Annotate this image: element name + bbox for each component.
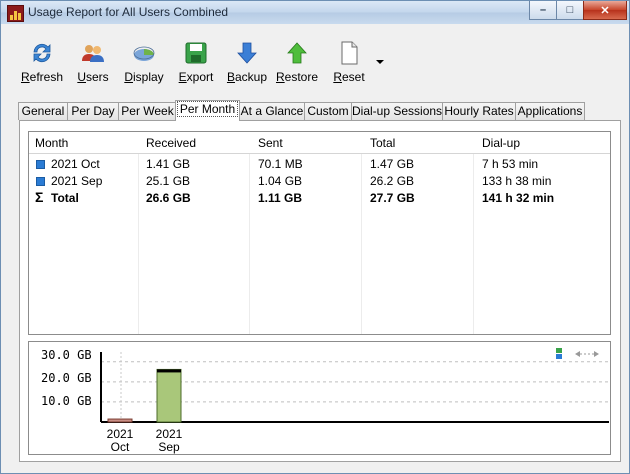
tab-dial-up-sessions[interactable]: Dial-up Sessions <box>351 102 443 120</box>
tab-applications[interactable]: Applications <box>515 102 585 120</box>
maximize-icon: □ <box>566 4 574 16</box>
cell-dial-up: 141 h 32 min <box>482 191 555 205</box>
export-label: Export <box>178 70 214 84</box>
close-button[interactable]: ✕ <box>583 1 627 20</box>
display-icon <box>132 41 156 65</box>
minimize-button[interactable]: – <box>529 1 557 20</box>
close-icon: ✕ <box>600 4 610 17</box>
title-bar[interactable]: Usage Report for All Users Combined – □ … <box>1 1 629 24</box>
toolbar: Refresh Users Display Export Backup Rest… <box>15 39 615 89</box>
maximize-button[interactable]: □ <box>556 1 584 20</box>
cell-received: 26.6 GB <box>146 191 191 205</box>
document-icon <box>337 41 361 65</box>
usage-table[interactable]: Month Received Sent Total Dial-up 2021 O… <box>28 131 611 335</box>
cell-dial-up: 133 h 38 min <box>482 174 552 188</box>
row-color-icon <box>36 160 45 169</box>
tab-general[interactable]: General <box>18 102 68 120</box>
minimize-icon: – <box>539 4 547 16</box>
app-chart-icon <box>7 5 24 22</box>
users-icon <box>81 41 105 65</box>
column-header-received[interactable]: Received <box>146 136 196 150</box>
usage-chart: 30.0 GB 20.0 GB 10.0 GB 2021 Oct 2021 Se… <box>28 341 611 455</box>
cell-total: 1.47 GB <box>370 157 415 171</box>
table-row[interactable]: 2021 Sep 25.1 GB 1.04 GB 26.2 GB 133 h 3… <box>29 172 610 189</box>
row-color-icon <box>36 177 45 186</box>
cell-month: 2021 Oct <box>51 157 100 171</box>
tab-hourly-rates[interactable]: Hourly Rates <box>442 102 516 120</box>
bar-2021-sep-cap <box>157 369 181 373</box>
arrow-up-icon <box>285 41 309 65</box>
refresh-icon <box>30 41 54 65</box>
tab-bar: General Per Day Per Week Per Month At a … <box>18 100 618 121</box>
reset-button[interactable]: Reset <box>331 39 367 87</box>
display-label: Display <box>124 70 164 84</box>
cell-total: 27.7 GB <box>370 191 415 205</box>
reset-dropdown-button[interactable] <box>373 55 387 69</box>
restore-label: Restore <box>275 70 319 84</box>
restore-button[interactable]: Restore <box>275 39 319 87</box>
x-tick-label-oct: 2021 Oct <box>106 427 134 454</box>
refresh-label: Refresh <box>20 70 64 84</box>
column-header-dial-up[interactable]: Dial-up <box>482 136 520 150</box>
table-row[interactable]: 2021 Oct 1.41 GB 70.1 MB 1.47 GB 7 h 53 … <box>29 155 610 172</box>
x-tick-label-sep: 2021 Sep <box>155 427 183 454</box>
cell-month: 2021 Sep <box>51 174 103 188</box>
tab-per-week[interactable]: Per Week <box>118 102 177 120</box>
table-total-row[interactable]: Σ Total 26.6 GB 1.11 GB 27.7 GB 141 h 32… <box>29 189 610 206</box>
column-header-month[interactable]: Month <box>35 136 68 150</box>
users-label: Users <box>77 70 109 84</box>
per-month-panel: Month Received Sent Total Dial-up 2021 O… <box>19 120 621 462</box>
save-disk-icon <box>184 41 208 65</box>
tab-per-day[interactable]: Per Day <box>67 102 119 120</box>
cell-month: Total <box>51 191 79 205</box>
display-button[interactable]: Display <box>121 39 167 87</box>
cell-sent: 1.11 GB <box>258 191 303 205</box>
column-header-sent[interactable]: Sent <box>258 136 283 150</box>
arrow-down-icon <box>235 41 259 65</box>
tab-per-month[interactable]: Per Month <box>175 100 240 121</box>
chevron-down-icon <box>376 60 384 64</box>
table-header: Month Received Sent Total Dial-up <box>29 132 610 154</box>
backup-button[interactable]: Backup <box>225 39 269 87</box>
reset-label: Reset <box>333 70 365 84</box>
refresh-button[interactable]: Refresh <box>17 39 67 87</box>
cell-sent: 70.1 MB <box>258 157 303 171</box>
chart-nav-icon <box>556 348 599 359</box>
app-window: Usage Report for All Users Combined – □ … <box>0 0 630 474</box>
tab-at-a-glance[interactable]: At a Glance <box>239 102 305 120</box>
export-button[interactable]: Export <box>173 39 219 87</box>
cell-total: 26.2 GB <box>370 174 415 188</box>
users-button[interactable]: Users <box>73 39 113 87</box>
bar-2021-sep <box>156 368 182 423</box>
cell-dial-up: 7 h 53 min <box>482 157 539 171</box>
tab-custom[interactable]: Custom <box>304 102 352 120</box>
column-header-total[interactable]: Total <box>370 136 395 150</box>
bar-2021-oct <box>107 418 133 423</box>
backup-label: Backup <box>226 70 268 84</box>
window-title: Usage Report for All Users Combined <box>28 5 229 19</box>
cell-received: 1.41 GB <box>146 157 191 171</box>
cell-sent: 1.04 GB <box>258 174 303 188</box>
sigma-icon: Σ <box>35 189 44 205</box>
cell-received: 25.1 GB <box>146 174 191 188</box>
